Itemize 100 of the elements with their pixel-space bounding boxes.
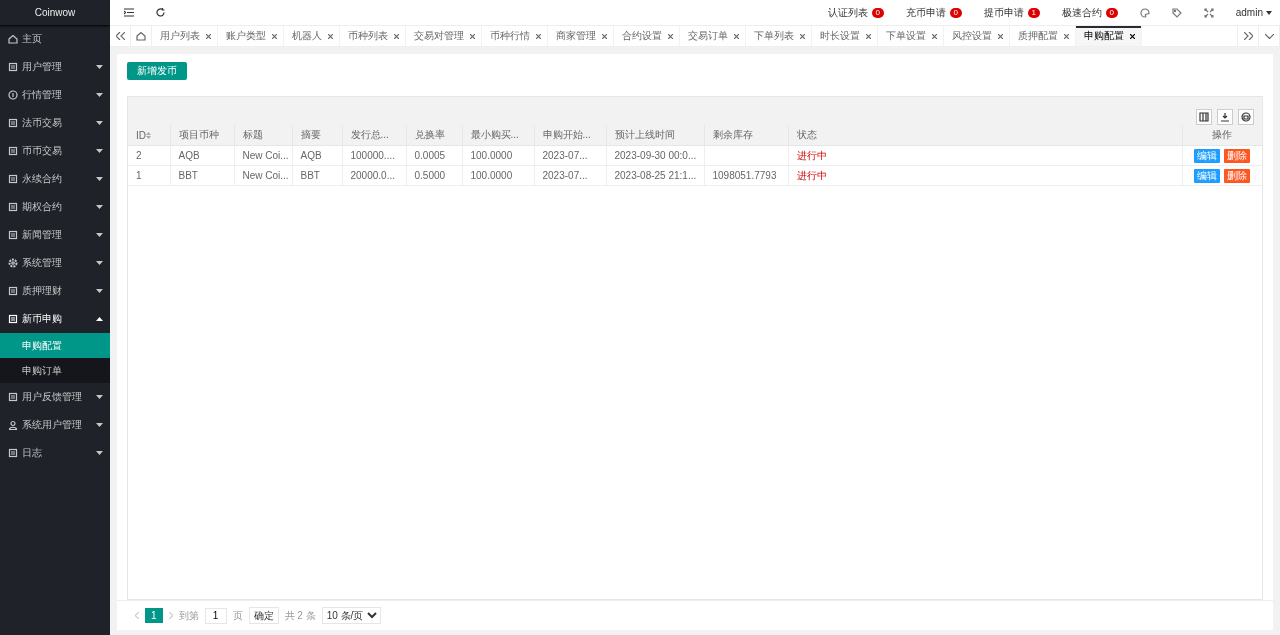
- document-icon: [8, 202, 18, 212]
- sidebar-item[interactable]: 日志: [0, 439, 110, 467]
- double-left-icon[interactable]: [115, 32, 125, 40]
- page-button[interactable]: 1: [145, 608, 163, 623]
- palette-icon[interactable]: [1139, 7, 1150, 18]
- submenu-item[interactable]: 申购订单: [0, 358, 110, 383]
- page-tab[interactable]: 风控设置: [944, 26, 1010, 46]
- caret-down-icon: [96, 65, 103, 69]
- page-tab[interactable]: 申购配置: [1076, 26, 1142, 46]
- page-tab[interactable]: 交易订单: [680, 26, 746, 46]
- sidebar-item[interactable]: 用户反馈管理: [0, 383, 110, 411]
- page-tab[interactable]: 商家管理: [548, 26, 614, 46]
- add-coin-button[interactable]: 新增发币: [127, 62, 187, 80]
- chevron-down-icon[interactable]: [1264, 33, 1274, 39]
- page-tab[interactable]: 用户列表: [152, 26, 218, 46]
- submenu-item[interactable]: 申购配置: [0, 333, 110, 358]
- fullscreen-icon[interactable]: [1203, 7, 1214, 18]
- page-label: 页: [232, 608, 243, 623]
- column-header: 状态: [788, 125, 1182, 146]
- caret-down-icon: [1266, 10, 1272, 15]
- column-header: 标题: [234, 125, 292, 146]
- page-tab[interactable]: 时长设置: [812, 26, 878, 46]
- document-icon: [8, 230, 18, 240]
- tag-icon[interactable]: [1171, 7, 1182, 18]
- table-cell: 0.0005: [406, 145, 462, 166]
- column-header: 发行总...: [342, 125, 406, 146]
- document-icon: [8, 146, 18, 156]
- page-tab[interactable]: 机器人: [284, 26, 340, 46]
- columns-icon[interactable]: [1196, 109, 1212, 125]
- menu-icon[interactable]: [124, 8, 134, 17]
- document-icon: [8, 118, 18, 128]
- gear-icon: [8, 258, 18, 268]
- sidebar-item[interactable]: 系统管理: [0, 249, 110, 277]
- column-header: 申购开始...: [534, 125, 606, 146]
- double-right-icon[interactable]: [1243, 32, 1253, 40]
- status-text: 进行中: [788, 165, 1182, 186]
- sidebar-item[interactable]: 用户管理: [0, 53, 110, 81]
- sidebar-item[interactable]: 新币申购: [0, 305, 110, 333]
- home-icon: [8, 34, 18, 44]
- table-cell: BBT: [292, 165, 342, 186]
- count-badge: 1: [1027, 7, 1040, 18]
- table-cell: AQB: [292, 145, 342, 166]
- table-cell: 2023-07...: [534, 145, 606, 166]
- count-badge: 0: [949, 7, 962, 18]
- refresh-icon[interactable]: [156, 8, 165, 17]
- sidebar-item[interactable]: 质押理财: [0, 277, 110, 305]
- sidebar-item[interactable]: 永续合约: [0, 165, 110, 193]
- export-icon[interactable]: [1217, 109, 1233, 125]
- user-menu[interactable]: admin: [1235, 7, 1263, 18]
- page-tab[interactable]: 账户类型: [218, 26, 284, 46]
- column-header: 摘要: [292, 125, 342, 146]
- column-header: 兑换率: [406, 125, 462, 146]
- page-tab[interactable]: 下单设置: [878, 26, 944, 46]
- sidebar-item[interactable]: 主页: [0, 25, 110, 53]
- table-cell: 2023-07...: [534, 165, 606, 186]
- table-cell: BBT: [170, 165, 234, 186]
- column-header: 剩余库存: [704, 125, 788, 146]
- document-icon: [8, 314, 18, 324]
- sidebar-item[interactable]: 新闻管理: [0, 221, 110, 249]
- page-tab[interactable]: 币种行情: [482, 26, 548, 46]
- caret-down-icon: [96, 205, 103, 209]
- caret-down-icon: [96, 233, 103, 237]
- table-cell: 100000....: [342, 145, 406, 166]
- sidebar-item[interactable]: 行情管理: [0, 81, 110, 109]
- caret-down-icon: [96, 423, 103, 427]
- notice-link[interactable]: 提币申请: [983, 5, 1024, 20]
- notice-link[interactable]: 认证列表: [827, 5, 868, 20]
- page-size-select[interactable]: 10 条/页: [321, 607, 381, 624]
- notice-link[interactable]: 充币申请: [905, 5, 946, 20]
- caret-down-icon: [96, 177, 103, 181]
- document-icon: [8, 62, 18, 72]
- table-cell: 100.0000: [462, 165, 534, 186]
- column-header: 最小购买...: [462, 125, 534, 146]
- sidebar-item[interactable]: 期权合约: [0, 193, 110, 221]
- sidebar-item[interactable]: 系统用户管理: [0, 411, 110, 439]
- table-cell: 2023-08-25 21:1...: [606, 165, 704, 186]
- page-tab[interactable]: 合约设置: [614, 26, 680, 46]
- document-icon: [8, 392, 18, 402]
- page-input[interactable]: 1: [204, 607, 227, 624]
- table-cell: 2023-09-30 00:0...: [606, 145, 704, 166]
- sidebar-item[interactable]: 法币交易: [0, 109, 110, 137]
- print-icon[interactable]: [1238, 109, 1254, 125]
- home-icon[interactable]: [136, 31, 146, 41]
- caret-up-icon: [96, 317, 103, 321]
- page-tab[interactable]: 交易对管理: [406, 26, 482, 46]
- caret-down-icon: [96, 451, 103, 455]
- caret-down-icon: [96, 93, 103, 97]
- table-cell: 100.0000: [462, 145, 534, 166]
- count-badge: 0: [871, 7, 884, 18]
- close-icon[interactable]: [1130, 33, 1135, 39]
- confirm-button[interactable]: 确定: [248, 607, 279, 624]
- table-cell: New Coi...: [234, 165, 292, 186]
- sort-icon: [146, 131, 151, 139]
- sidebar-item[interactable]: 币币交易: [0, 137, 110, 165]
- table-cell: 1098051.7793: [704, 165, 788, 186]
- notice-link[interactable]: 极速合约: [1061, 5, 1102, 20]
- app-logo: Coinwow: [0, 0, 110, 25]
- page-tab[interactable]: 下单列表: [746, 26, 812, 46]
- column-header: 操作: [1182, 125, 1262, 146]
- page-tab[interactable]: 币种列表: [340, 26, 406, 46]
